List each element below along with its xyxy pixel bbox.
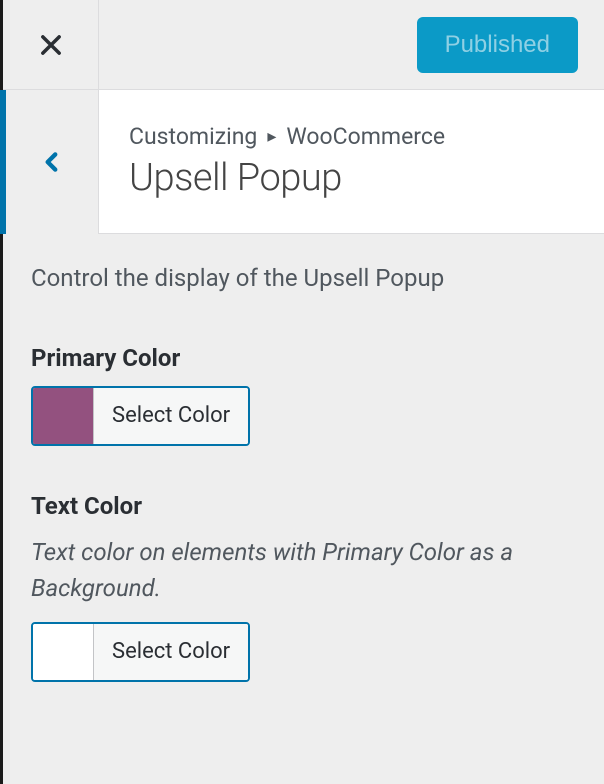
content: Control the display of the Upsell Popup …: [3, 234, 604, 756]
select-color-label: Select Color: [93, 624, 248, 680]
publish-button[interactable]: Published: [417, 17, 578, 73]
primary-color-swatch: [33, 388, 93, 444]
text-color-label: Text Color: [31, 492, 576, 520]
breadcrumb-parent: WooCommerce: [286, 123, 445, 150]
primary-color-label: Primary Color: [31, 344, 576, 372]
breadcrumb-separator-icon: ▸: [267, 126, 276, 147]
header-text: Customizing ▸ WooCommerce Upsell Popup: [99, 90, 604, 234]
breadcrumb: Customizing ▸ WooCommerce: [129, 123, 574, 150]
select-color-label: Select Color: [93, 388, 248, 444]
primary-color-control: Primary Color Select Color: [31, 344, 576, 448]
close-button[interactable]: [3, 0, 99, 90]
section-header: Customizing ▸ WooCommerce Upsell Popup: [0, 90, 604, 234]
back-button[interactable]: [6, 90, 99, 234]
top-bar: Published: [3, 0, 604, 90]
text-color-swatch: [33, 624, 93, 680]
section-description: Control the display of the Upsell Popup: [31, 262, 576, 296]
text-color-picker[interactable]: Select Color: [31, 622, 250, 682]
text-color-help: Text color on elements with Primary Colo…: [31, 534, 576, 606]
breadcrumb-root: Customizing: [129, 123, 257, 150]
primary-color-picker[interactable]: Select Color: [31, 386, 250, 446]
text-color-control: Text Color Text color on elements with P…: [31, 492, 576, 684]
close-icon: [37, 31, 65, 59]
page-title: Upsell Popup: [129, 156, 574, 200]
chevron-left-icon: [39, 149, 65, 175]
